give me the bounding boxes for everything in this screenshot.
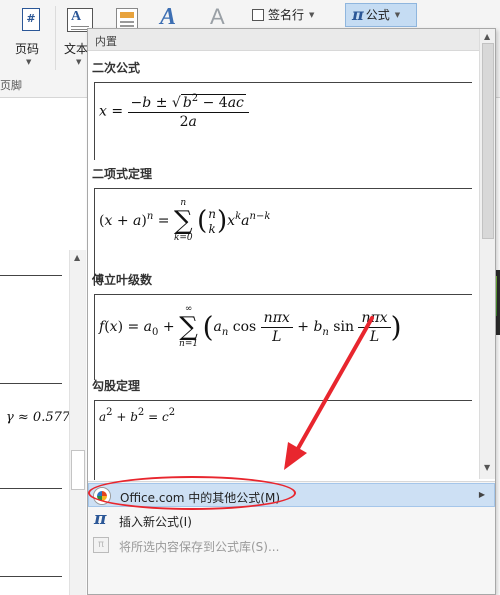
textbox-dropdown-icon[interactable]: ▼	[76, 58, 81, 66]
chevron-right-icon: ▶	[478, 490, 485, 499]
menu-item-label: 插入新公式(I)	[119, 515, 192, 529]
equation-item-pythagorean[interactable]: a2 + b2 = c2	[94, 400, 472, 480]
gallery-header: 内置	[88, 29, 479, 51]
menu-item-label: 将所选内容保存到公式库(S)...	[119, 540, 280, 554]
save-to-gallery-icon: π	[93, 537, 109, 553]
equation-item-quadratic[interactable]: x = −b ± √ b2 − 4ac 2a	[94, 82, 472, 160]
document-scrollbar[interactable]: ▲	[69, 250, 86, 595]
document-table-line	[0, 576, 62, 577]
equation-item-fourier[interactable]: f(x) = a0 + ∞ ∑ n=1 (an cos nπx L + bn sin …	[94, 294, 472, 380]
scroll-up-icon[interactable]: ▲	[74, 253, 80, 262]
binomial-formula: (x + a)n = n ∑ k=0 (n k)xkan−k	[99, 198, 271, 243]
chevron-down-icon: ▼	[309, 11, 315, 19]
equation-title: 勾股定理	[92, 379, 141, 393]
page-number-button[interactable]: 页码	[15, 40, 39, 57]
document-table-line	[0, 275, 62, 276]
page-number-icon[interactable]: #	[22, 8, 40, 31]
fourier-formula: f(x) = a0 + ∞ ∑ n=1 (an cos nπx L + bn sin …	[99, 304, 402, 349]
annotation-oval	[88, 476, 296, 510]
document-table-line	[0, 383, 62, 384]
quadratic-formula: x = −b ± √ b2 − 4ac 2a	[99, 93, 249, 130]
equation-gallery: 内置 ▲ ▼ 二次公式 x = −b ± √ b2 − 4ac 2a 二项式定理 (…	[87, 28, 496, 595]
scrollbar-thumb[interactable]	[71, 450, 85, 490]
gallery-scrollbar[interactable]: ▲ ▼	[479, 29, 495, 479]
equation-title: 二次公式	[92, 61, 141, 75]
scrollbar-thumb[interactable]	[482, 43, 494, 239]
signature-label: 签名行	[268, 8, 305, 22]
pi-icon: π	[94, 509, 107, 529]
group-label-footer: 页脚	[0, 79, 22, 92]
document-formula[interactable]: γ ≈ 0.577	[6, 410, 70, 425]
dropcap-icon[interactable]: A	[210, 4, 225, 30]
document-table-line	[0, 488, 62, 489]
insert-new-equation-item[interactable]: π 插入新公式(I)	[88, 508, 495, 532]
scroll-up-icon[interactable]: ▲	[484, 32, 490, 41]
pi-icon: π	[352, 5, 364, 24]
equation-title: 傅立叶级数	[92, 273, 153, 287]
pythagorean-formula: a2 + b2 = c2	[99, 407, 176, 424]
textbox-button[interactable]: 文本	[64, 40, 88, 57]
page-number-dropdown-icon[interactable]: ▼	[26, 58, 31, 66]
ribbon-separator	[55, 6, 56, 70]
wordart-icon[interactable]: A	[160, 4, 176, 31]
signature-line-button[interactable]: 签名行 ▼	[252, 6, 314, 23]
equation-label: 公式	[365, 8, 390, 22]
scroll-down-icon[interactable]: ▼	[484, 463, 490, 472]
signature-icon	[252, 9, 264, 21]
equation-title: 二项式定理	[92, 167, 153, 181]
save-to-gallery-item[interactable]: π 将所选内容保存到公式库(S)...	[88, 533, 495, 557]
chevron-down-icon: ▼	[394, 11, 401, 19]
equation-button[interactable]: π 公式 ▼	[345, 3, 417, 27]
